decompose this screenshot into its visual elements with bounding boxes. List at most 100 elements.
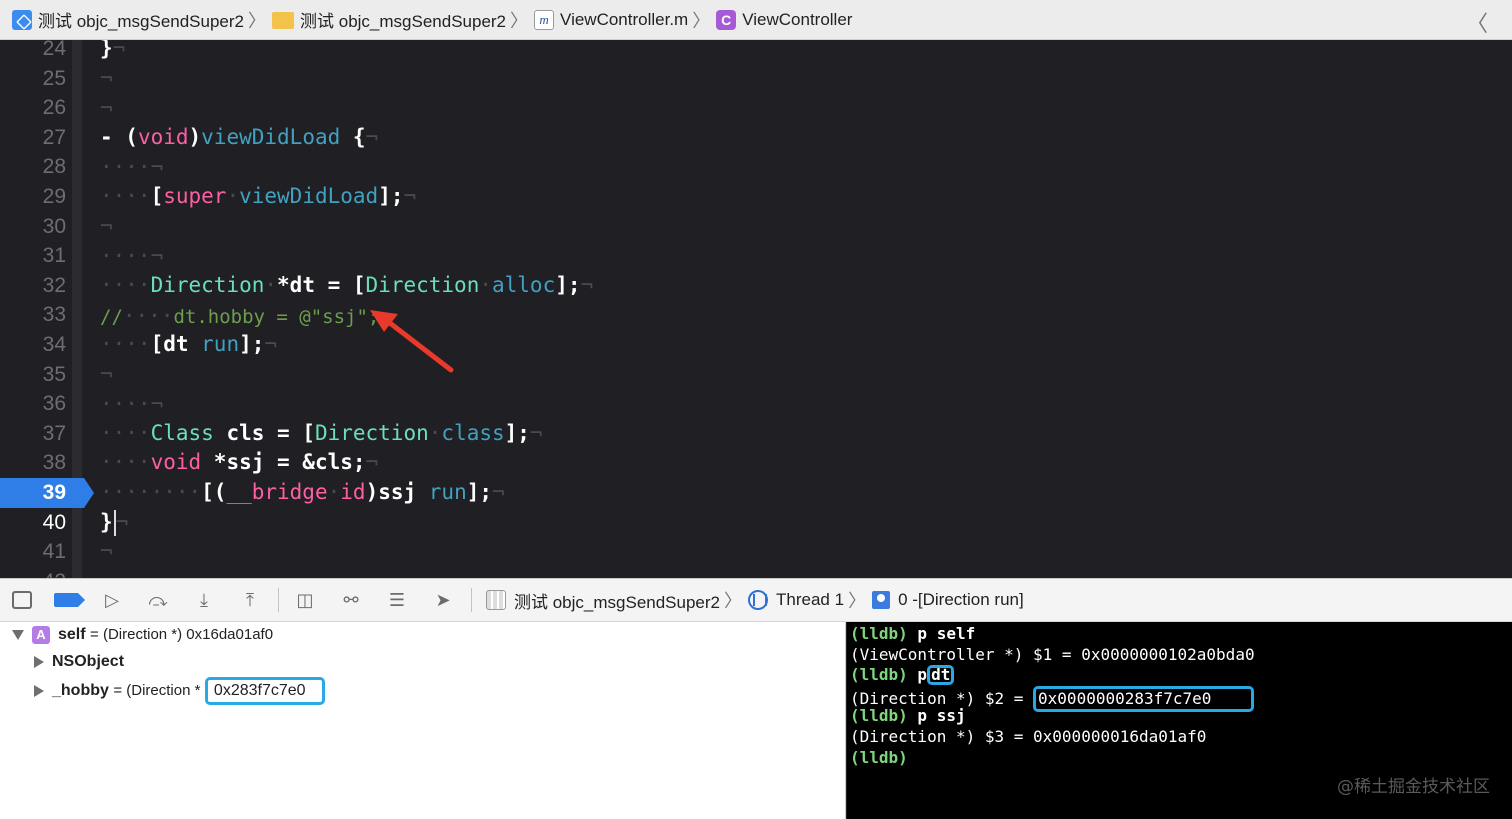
breakpoints-toggle-icon[interactable] bbox=[54, 593, 85, 607]
indent-glyph: ···· bbox=[100, 332, 151, 356]
disclosure-right-icon[interactable] bbox=[34, 655, 44, 668]
indent-glyph: ···· bbox=[122, 304, 174, 328]
variable-row-hobby[interactable]: _hobby = (Direction * 0x283f7c7e0 bbox=[34, 676, 325, 706]
code-line-33[interactable]: //····dt.hobby = @"ssj";¬ bbox=[100, 302, 392, 331]
line-number[interactable]: 25 bbox=[0, 64, 84, 93]
code-line-36[interactable]: ····¬ bbox=[100, 390, 163, 419]
crumb-file[interactable]: m ViewController.m bbox=[534, 9, 689, 30]
toolbar-divider bbox=[471, 588, 472, 612]
crumb-file-label: ViewController.m bbox=[560, 9, 689, 29]
line-number[interactable]: 34 bbox=[0, 330, 84, 359]
line-number[interactable]: 35 bbox=[0, 360, 84, 389]
variable-value: = (Direction *) 0x16da01af0 bbox=[90, 626, 274, 643]
lldb-prompt: (lldb) bbox=[850, 624, 908, 643]
code-token: [ bbox=[150, 184, 164, 208]
return-glyph: ¬ bbox=[365, 125, 379, 149]
code-line-31[interactable]: ····¬ bbox=[100, 242, 163, 271]
code-class: Class bbox=[150, 421, 214, 445]
code-method: class bbox=[441, 421, 505, 445]
code-line-39[interactable]: ········[(__bridge·id)ssj run];¬ bbox=[100, 478, 505, 507]
code-line-25[interactable]: ¬ bbox=[100, 64, 113, 93]
frame-crumb[interactable]: 0 -[Direction run] bbox=[872, 590, 1024, 610]
line-number[interactable]: 33 bbox=[0, 300, 84, 329]
crumb-class[interactable]: C ViewController bbox=[716, 9, 852, 30]
lldb-prompt: (lldb) bbox=[850, 665, 908, 685]
code-line-27[interactable]: - (void)viewDidLoad {¬ bbox=[100, 123, 378, 152]
continue-icon[interactable]: ▷ bbox=[100, 588, 124, 612]
code-token: ]; bbox=[466, 480, 493, 504]
code-token: - ( bbox=[100, 125, 138, 149]
lldb-prompt: (lldb) bbox=[850, 706, 908, 726]
code-token: cls = [ bbox=[213, 421, 315, 445]
line-number[interactable]: 41 bbox=[0, 537, 84, 566]
environment-overrides-icon[interactable]: ☰ bbox=[385, 588, 409, 612]
lldb-console[interactable]: (lldb) p self (ViewController *) $1 = 0x… bbox=[847, 622, 1512, 819]
return-glyph: ¬ bbox=[403, 184, 417, 208]
step-over-icon[interactable]: ⤼ bbox=[146, 588, 170, 612]
crumb-project[interactable]: 测试 objc_msgSendSuper2 bbox=[12, 7, 244, 32]
indent-glyph: ···· bbox=[100, 244, 151, 268]
line-number[interactable]: 40 bbox=[0, 508, 84, 537]
code-line-30[interactable]: ¬ bbox=[100, 212, 113, 241]
step-out-icon[interactable]: ⤒ bbox=[238, 588, 262, 612]
line-number[interactable]: 26 bbox=[0, 93, 84, 122]
line-number[interactable]: 31 bbox=[0, 241, 84, 270]
variables-view: Aself = (Direction *) 0x16da01af0 NSObje… bbox=[0, 622, 846, 819]
process-crumb[interactable]: 测试 objc_msgSendSuper2 bbox=[486, 588, 720, 613]
line-number[interactable]: 37 bbox=[0, 419, 84, 448]
space-glyph: · bbox=[327, 480, 341, 504]
code-keyword: void bbox=[137, 125, 189, 149]
line-number[interactable]: 28 bbox=[0, 152, 84, 181]
annotation-arrow-icon bbox=[370, 310, 454, 373]
breakpoint-marker[interactable]: 39 bbox=[0, 478, 94, 508]
code-line-40[interactable]: } ¬ bbox=[100, 508, 128, 537]
line-number[interactable]: 32 bbox=[0, 271, 84, 300]
code-line-32[interactable]: ····Direction·*dt = [Direction·alloc];¬ bbox=[100, 271, 593, 300]
console-output: (Direction *) $2 = bbox=[850, 688, 1034, 708]
space-glyph: · bbox=[428, 421, 442, 445]
chevron-right-icon: 〉 bbox=[692, 10, 711, 31]
code-line-24[interactable]: }¬ bbox=[100, 40, 125, 63]
line-number[interactable]: 30 bbox=[0, 212, 84, 241]
code-token: ) bbox=[188, 125, 202, 149]
code-line-29[interactable]: ····[super·viewDidLoad];¬ bbox=[100, 182, 416, 211]
line-number[interactable]: 42 bbox=[0, 567, 84, 578]
memory-graph-icon[interactable]: ⚯ bbox=[339, 588, 363, 612]
hide-debug-area-icon[interactable] bbox=[12, 591, 32, 609]
line-number-text: 38 bbox=[42, 451, 66, 475]
code-line-35[interactable]: ¬ bbox=[100, 360, 113, 389]
frame-label: 0 -[Direction run] bbox=[898, 590, 1024, 609]
line-number[interactable]: 29 bbox=[0, 182, 84, 211]
disclosure-right-icon[interactable] bbox=[34, 684, 44, 697]
code-line-26[interactable]: ¬ bbox=[100, 94, 113, 123]
back-forward-icon[interactable]: 〈 bbox=[1466, 6, 1498, 38]
code-class: Direction bbox=[150, 273, 265, 297]
step-into-icon[interactable]: ⤓ bbox=[192, 588, 216, 612]
code-line-34[interactable]: ····[dt run];¬ bbox=[100, 330, 277, 359]
disclosure-down-icon[interactable] bbox=[12, 629, 24, 640]
code-line-37[interactable]: ····Class cls = [Direction·class];¬ bbox=[100, 419, 543, 448]
thread-crumb[interactable]: Thread 1 bbox=[748, 590, 844, 610]
highlighted-value: 0x283f7c7e0 bbox=[204, 677, 325, 705]
line-number[interactable]: 27 bbox=[0, 123, 84, 152]
line-number[interactable]: 24 bbox=[0, 40, 84, 63]
code-line-41[interactable]: ¬ bbox=[100, 537, 113, 566]
line-number[interactable]: 38 bbox=[0, 448, 84, 477]
code-editor[interactable]: 242526272829303132333435363738404142 39 … bbox=[0, 40, 1512, 578]
watermark-text: @稀土掘金技术社区 bbox=[1337, 777, 1490, 797]
indent-glyph: ···· bbox=[100, 184, 151, 208]
line-number[interactable]: 36 bbox=[0, 389, 84, 418]
crumb-folder[interactable]: 测试 objc_msgSendSuper2 bbox=[272, 7, 506, 32]
indent-glyph: ···· bbox=[100, 421, 151, 445]
variable-row-self[interactable]: Aself = (Direction *) 0x16da01af0 bbox=[12, 622, 273, 648]
variable-type: = (Direction * bbox=[113, 682, 201, 699]
breakpoint-tip bbox=[84, 478, 94, 508]
variable-row-nsobject[interactable]: NSObject bbox=[34, 649, 124, 675]
code-line-28[interactable]: ····¬ bbox=[100, 153, 163, 182]
code-line-38[interactable]: ····void *ssj = &cls;¬ bbox=[100, 448, 378, 477]
return-glyph: ¬ bbox=[492, 480, 505, 504]
view-hierarchy-icon[interactable]: ◫ bbox=[293, 588, 317, 612]
jump-bar: 测试 objc_msgSendSuper2 〉 测试 objc_msgSendS… bbox=[0, 0, 1512, 40]
code-token: { bbox=[340, 125, 366, 149]
simulate-location-icon[interactable]: ➤ bbox=[431, 588, 455, 612]
